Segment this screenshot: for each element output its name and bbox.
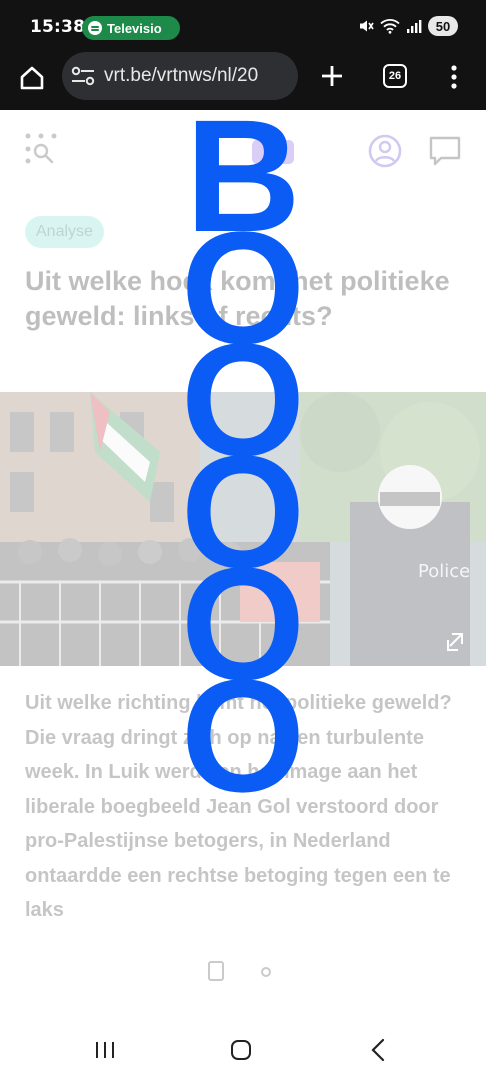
overlay-text: BOOOOO	[180, 120, 306, 825]
overlay-graffiti: BOOOOO	[178, 120, 308, 1010]
recent-apps-icon[interactable]	[94, 1040, 116, 1060]
mute-icon	[360, 20, 374, 32]
home-icon[interactable]	[18, 64, 46, 92]
police-text: Police	[418, 561, 470, 582]
notification-text: Televisio	[107, 20, 162, 36]
browser-toolbar: vrt.be/vrtnws/nl/20 26	[0, 52, 486, 110]
tab-switcher-button[interactable]: 26	[383, 64, 407, 88]
signal-icon	[407, 20, 422, 33]
category-tag[interactable]: Analyse	[25, 216, 104, 248]
home-nav-icon[interactable]	[230, 1040, 252, 1060]
spotify-icon	[88, 21, 102, 35]
more-options-icon[interactable]	[446, 64, 462, 90]
search-menu-icon[interactable]	[24, 132, 58, 164]
chat-icon[interactable]	[428, 134, 462, 168]
android-nav-bar	[0, 1010, 486, 1080]
back-icon[interactable]	[368, 1038, 388, 1062]
url-text: vrt.be/vrtnws/nl/20	[104, 65, 259, 86]
address-bar[interactable]: vrt.be/vrtnws/nl/20	[62, 52, 298, 100]
wifi-icon	[380, 19, 400, 34]
status-icons: 50	[358, 16, 458, 36]
battery-indicator: 50	[428, 16, 458, 36]
status-bar: 15:38 Televisio 50	[0, 0, 486, 52]
status-time: 15:38	[30, 17, 86, 37]
new-tab-icon[interactable]	[318, 62, 346, 90]
user-account-icon[interactable]	[368, 134, 402, 168]
site-settings-icon[interactable]	[70, 65, 96, 87]
spotify-notification-pill[interactable]: Televisio	[82, 16, 180, 40]
